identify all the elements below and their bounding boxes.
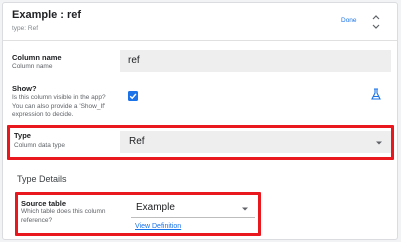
panel-header: Example : ref type: Ref Done [3, 3, 397, 41]
panel-title: Example : ref [12, 9, 82, 21]
column-name-field[interactable]: ref [120, 50, 391, 72]
expand-icon[interactable] [370, 14, 382, 30]
done-button[interactable]: Done [341, 17, 357, 24]
column-name-description: Column name [12, 63, 53, 70]
column-editor-panel: Example : ref type: Ref Done Column name… [2, 2, 398, 240]
show-checkbox[interactable] [128, 91, 138, 101]
source-table-highlight-box [15, 192, 261, 236]
show-label: Show? [12, 84, 37, 93]
type-highlight-box [7, 125, 394, 160]
column-name-label: Column name [12, 53, 62, 62]
type-details-heading: Type Details [17, 174, 67, 184]
show-description: Is this column visible in the app? You c… [12, 94, 106, 118]
panel-subtitle: type: Ref [12, 25, 39, 32]
column-name-value: ref [128, 55, 140, 66]
flask-icon[interactable] [370, 88, 382, 100]
